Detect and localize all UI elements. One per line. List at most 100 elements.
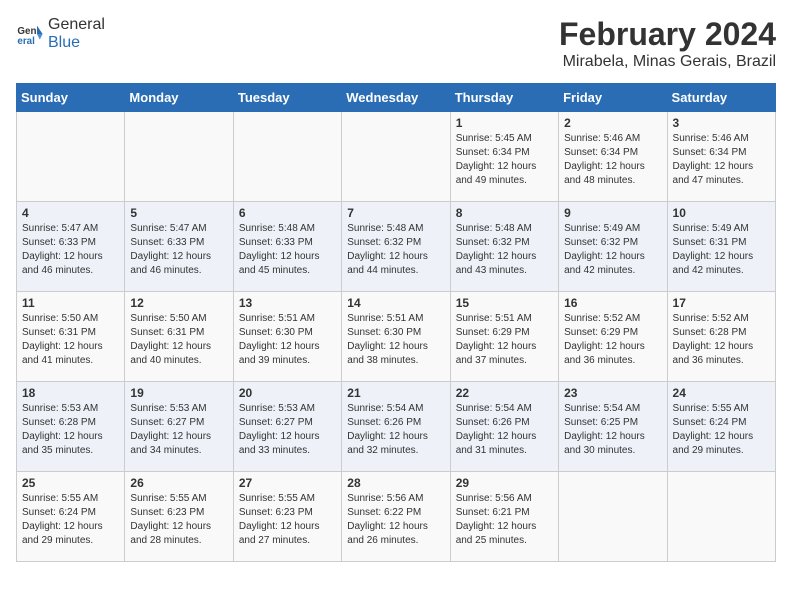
table-row: 10 Sunrise: 5:49 AM Sunset: 6:31 PM Dayli… <box>667 202 775 292</box>
day-info: Sunrise: 5:47 AM Sunset: 6:33 PM Dayligh… <box>130 222 227 278</box>
day-info: Sunrise: 5:54 AM Sunset: 6:26 PM Dayligh… <box>347 402 444 458</box>
table-row <box>125 112 233 202</box>
day-info: Sunrise: 5:54 AM Sunset: 6:25 PM Dayligh… <box>564 402 661 458</box>
day-info: Sunrise: 5:52 AM Sunset: 6:28 PM Dayligh… <box>673 312 770 368</box>
logo: Gen eral General Blue <box>16 16 105 52</box>
day-number: 15 <box>456 296 553 310</box>
table-row: 24 Sunrise: 5:55 AM Sunset: 6:24 PM Dayli… <box>667 382 775 472</box>
page-title: February 2024 <box>559 16 776 53</box>
table-row: 26 Sunrise: 5:55 AM Sunset: 6:23 PM Dayli… <box>125 472 233 562</box>
day-info: Sunrise: 5:55 AM Sunset: 6:23 PM Dayligh… <box>130 492 227 548</box>
day-number: 9 <box>564 206 661 220</box>
day-number: 10 <box>673 206 770 220</box>
calendar-week-row: 25Sunrise: 5:55 AM Sunset: 6:24 PM Dayli… <box>17 472 776 562</box>
day-info: Sunrise: 5:49 AM Sunset: 6:32 PM Dayligh… <box>564 222 661 278</box>
day-info: Sunrise: 5:51 AM Sunset: 6:29 PM Dayligh… <box>456 312 553 368</box>
table-row: 20 Sunrise: 5:53 AM Sunset: 6:27 PM Dayli… <box>233 382 341 472</box>
logo-blue-text: Blue <box>48 34 80 51</box>
title-block: February 2024 Mirabela, Minas Gerais, Br… <box>559 16 776 71</box>
table-row <box>342 112 450 202</box>
day-info: Sunrise: 5:53 AM Sunset: 6:27 PM Dayligh… <box>239 402 336 458</box>
day-number: 26 <box>130 476 227 490</box>
table-row: 7 Sunrise: 5:48 AM Sunset: 6:32 PM Daylig… <box>342 202 450 292</box>
page-subtitle: Mirabela, Minas Gerais, Brazil <box>559 53 776 71</box>
day-info: Sunrise: 5:55 AM Sunset: 6:24 PM Dayligh… <box>673 402 770 458</box>
day-info: Sunrise: 5:46 AM Sunset: 6:34 PM Dayligh… <box>564 132 661 188</box>
header-tuesday: Tuesday <box>233 84 341 112</box>
table-row: 18 Sunrise: 5:53 AM Sunset: 6:28 PM Dayli… <box>17 382 125 472</box>
calendar-week-row: 18 Sunrise: 5:53 AM Sunset: 6:28 PM Dayli… <box>17 382 776 472</box>
day-info: Sunrise: 5:53 AM Sunset: 6:28 PM Dayligh… <box>22 402 119 458</box>
day-info: Sunrise: 5:56 AM Sunset: 6:22 PM Dayligh… <box>347 492 444 548</box>
day-number: 20 <box>239 386 336 400</box>
table-row: 6 Sunrise: 5:48 AM Sunset: 6:33 PM Daylig… <box>233 202 341 292</box>
day-number: 27 <box>239 476 336 490</box>
day-number: 7 <box>347 206 444 220</box>
table-row: 22Sunrise: 5:54 AM Sunset: 6:26 PM Dayli… <box>450 382 558 472</box>
table-row: 4Sunrise: 5:47 AM Sunset: 6:33 PM Daylig… <box>17 202 125 292</box>
table-row: 8 Sunrise: 5:48 AM Sunset: 6:32 PM Daylig… <box>450 202 558 292</box>
table-row: 29 Sunrise: 5:56 AM Sunset: 6:21 PM Dayli… <box>450 472 558 562</box>
table-row: 12Sunrise: 5:50 AM Sunset: 6:31 PM Dayli… <box>125 292 233 382</box>
day-number: 21 <box>347 386 444 400</box>
table-row <box>17 112 125 202</box>
table-row <box>559 472 667 562</box>
day-number: 1 <box>456 116 553 130</box>
day-info: Sunrise: 5:53 AM Sunset: 6:27 PM Dayligh… <box>130 402 227 458</box>
day-number: 5 <box>130 206 227 220</box>
table-row: 28 Sunrise: 5:56 AM Sunset: 6:22 PM Dayli… <box>342 472 450 562</box>
header-sunday: Sunday <box>17 84 125 112</box>
day-number: 28 <box>347 476 444 490</box>
day-number: 12 <box>130 296 227 310</box>
day-number: 29 <box>456 476 553 490</box>
day-info: Sunrise: 5:49 AM Sunset: 6:31 PM Dayligh… <box>673 222 770 278</box>
header-monday: Monday <box>125 84 233 112</box>
table-row: 1 Sunrise: 5:45 AM Sunset: 6:34 PM Daylig… <box>450 112 558 202</box>
day-info: Sunrise: 5:54 AM Sunset: 6:26 PM Dayligh… <box>456 402 553 458</box>
table-row: 9 Sunrise: 5:49 AM Sunset: 6:32 PM Daylig… <box>559 202 667 292</box>
day-number: 13 <box>239 296 336 310</box>
day-number: 24 <box>673 386 770 400</box>
day-number: 25 <box>22 476 119 490</box>
header-thursday: Thursday <box>450 84 558 112</box>
day-number: 8 <box>456 206 553 220</box>
day-info: Sunrise: 5:48 AM Sunset: 6:32 PM Dayligh… <box>456 222 553 278</box>
header: Gen eral General Blue February 2024 Mira… <box>16 16 776 71</box>
day-info: Sunrise: 5:46 AM Sunset: 6:34 PM Dayligh… <box>673 132 770 188</box>
day-info: Sunrise: 5:47 AM Sunset: 6:33 PM Dayligh… <box>22 222 119 278</box>
table-row: 5 Sunrise: 5:47 AM Sunset: 6:33 PM Daylig… <box>125 202 233 292</box>
day-info: Sunrise: 5:51 AM Sunset: 6:30 PM Dayligh… <box>239 312 336 368</box>
logo-icon: Gen eral <box>16 20 44 48</box>
day-info: Sunrise: 5:48 AM Sunset: 6:33 PM Dayligh… <box>239 222 336 278</box>
table-row: 21 Sunrise: 5:54 AM Sunset: 6:26 PM Dayli… <box>342 382 450 472</box>
calendar-table: Sunday Monday Tuesday Wednesday Thursday… <box>16 83 776 562</box>
day-number: 3 <box>673 116 770 130</box>
calendar-week-row: 4Sunrise: 5:47 AM Sunset: 6:33 PM Daylig… <box>17 202 776 292</box>
calendar-week-row: 1 Sunrise: 5:45 AM Sunset: 6:34 PM Daylig… <box>17 112 776 202</box>
day-number: 16 <box>564 296 661 310</box>
day-info: Sunrise: 5:48 AM Sunset: 6:32 PM Dayligh… <box>347 222 444 278</box>
table-row <box>667 472 775 562</box>
day-number: 23 <box>564 386 661 400</box>
day-info: Sunrise: 5:51 AM Sunset: 6:30 PM Dayligh… <box>347 312 444 368</box>
day-info: Sunrise: 5:45 AM Sunset: 6:34 PM Dayligh… <box>456 132 553 188</box>
day-number: 6 <box>239 206 336 220</box>
logo-general-text: General <box>48 16 105 33</box>
day-number: 18 <box>22 386 119 400</box>
day-info: Sunrise: 5:56 AM Sunset: 6:21 PM Dayligh… <box>456 492 553 548</box>
calendar-week-row: 11Sunrise: 5:50 AM Sunset: 6:31 PM Dayli… <box>17 292 776 382</box>
table-row: 17Sunrise: 5:52 AM Sunset: 6:28 PM Dayli… <box>667 292 775 382</box>
table-row: 2 Sunrise: 5:46 AM Sunset: 6:34 PM Daylig… <box>559 112 667 202</box>
table-row: 27 Sunrise: 5:55 AM Sunset: 6:23 PM Dayli… <box>233 472 341 562</box>
day-number: 2 <box>564 116 661 130</box>
table-row: 13 Sunrise: 5:51 AM Sunset: 6:30 PM Dayli… <box>233 292 341 382</box>
day-info: Sunrise: 5:52 AM Sunset: 6:29 PM Dayligh… <box>564 312 661 368</box>
table-row: 25Sunrise: 5:55 AM Sunset: 6:24 PM Dayli… <box>17 472 125 562</box>
day-number: 14 <box>347 296 444 310</box>
header-friday: Friday <box>559 84 667 112</box>
header-wednesday: Wednesday <box>342 84 450 112</box>
day-info: Sunrise: 5:55 AM Sunset: 6:23 PM Dayligh… <box>239 492 336 548</box>
table-row: 14 Sunrise: 5:51 AM Sunset: 6:30 PM Dayli… <box>342 292 450 382</box>
svg-text:eral: eral <box>17 36 35 47</box>
day-number: 11 <box>22 296 119 310</box>
